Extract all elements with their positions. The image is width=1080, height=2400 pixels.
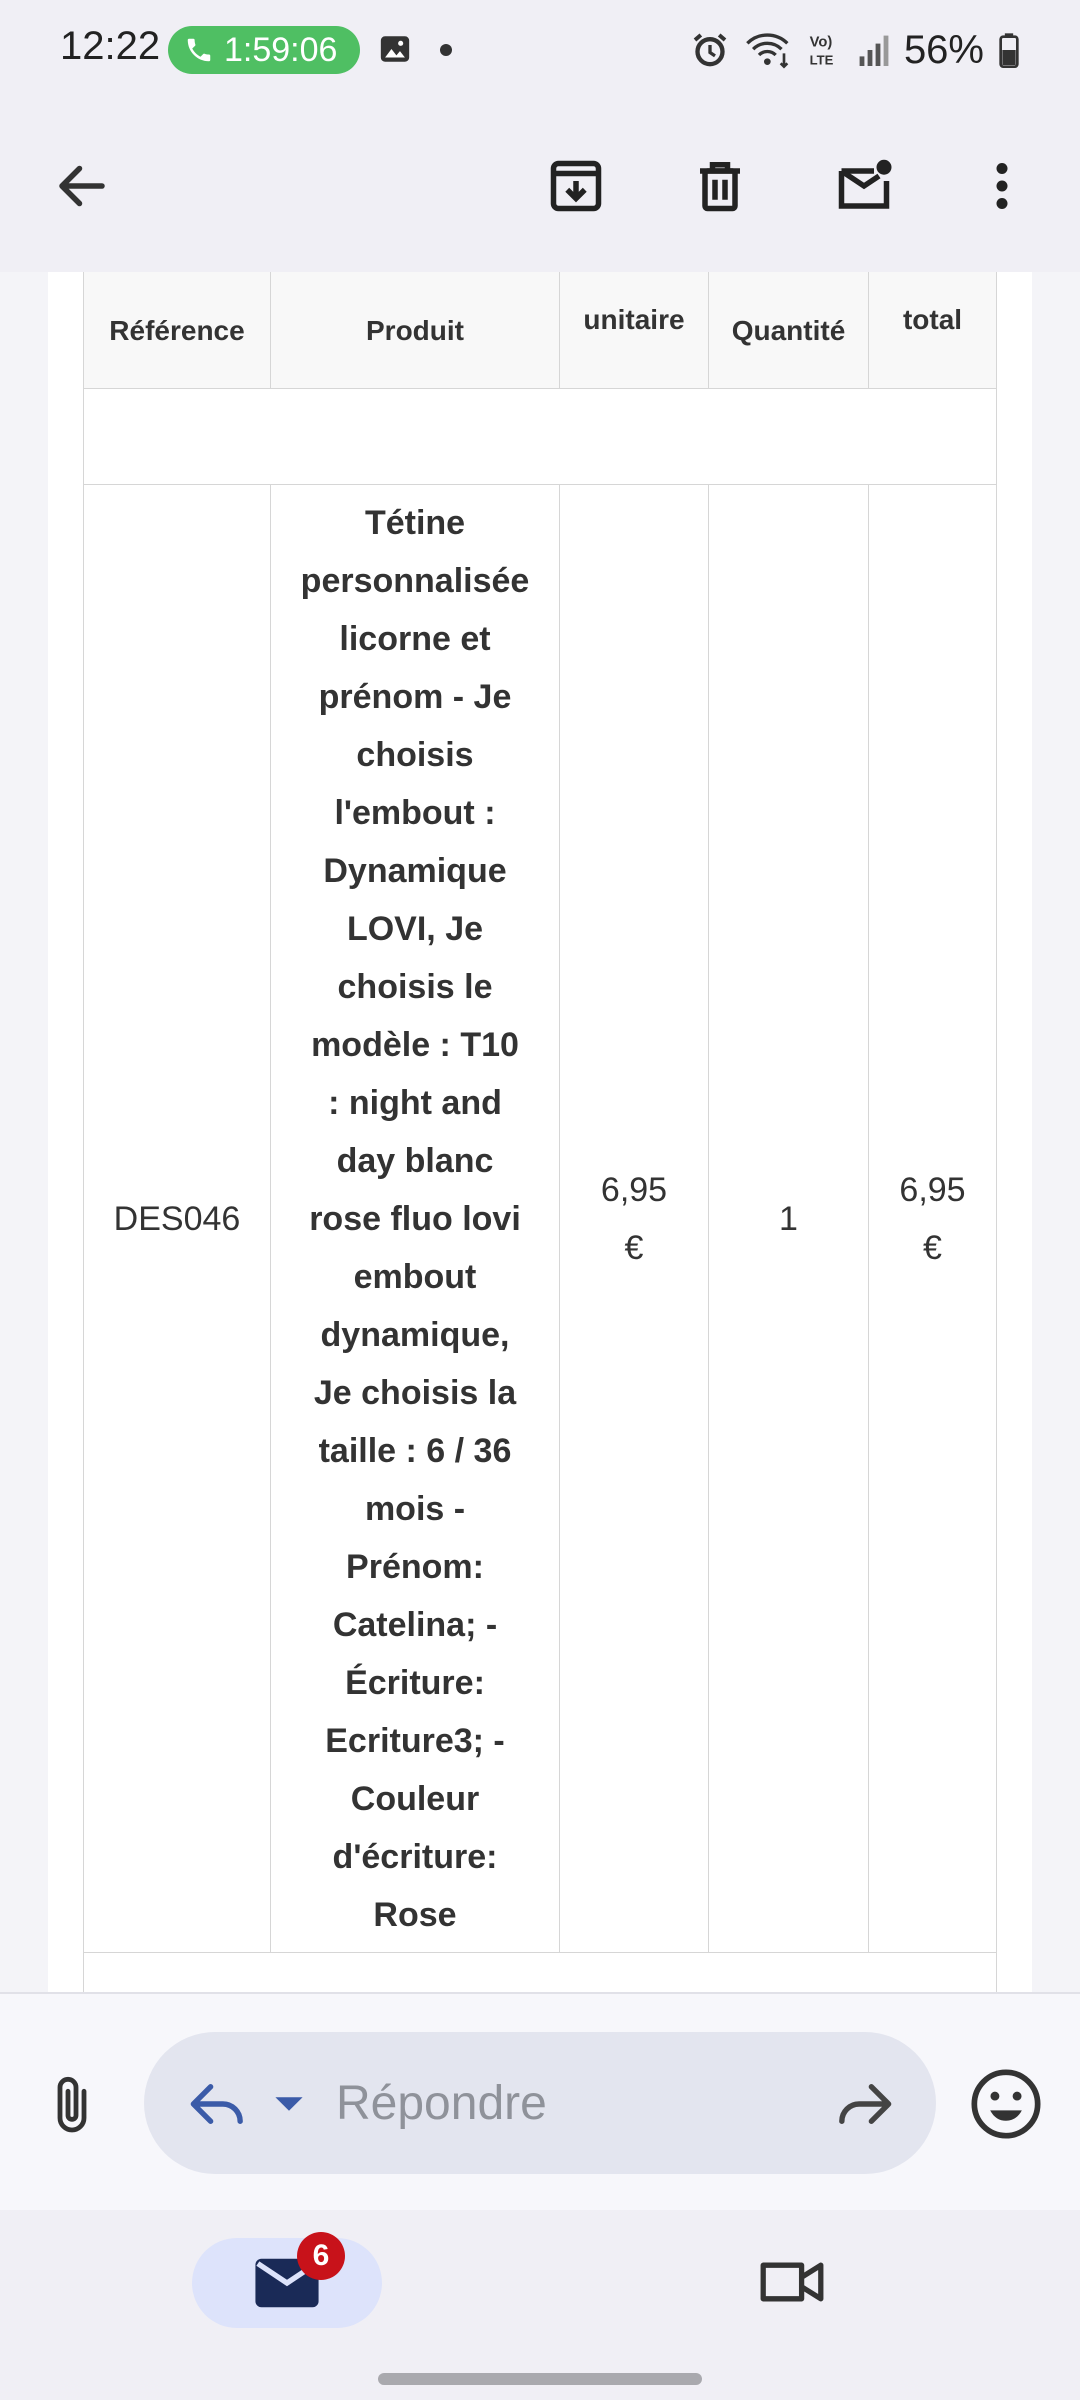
product-line: licorne et: [339, 619, 491, 658]
attachment-icon[interactable]: [40, 2074, 104, 2138]
header-quantity: Quantité: [708, 272, 869, 389]
product-line: taille : 6 / 36: [318, 1431, 512, 1470]
notification-dot: [440, 44, 452, 56]
header-total-price: Prix total: [868, 272, 997, 389]
phone-icon: [187, 38, 211, 62]
more-vert-icon: [996, 163, 1008, 209]
product-line: Tétine: [364, 503, 466, 542]
table-header-row: Référence Produit Prix unitaire Quantité…: [83, 272, 997, 389]
order-table: Référence Produit Prix unitaire Quantité…: [83, 272, 997, 1992]
product-line: modèle : T10: [311, 1025, 519, 1064]
volte-icon: Vo) LTE: [810, 35, 834, 68]
reply-input[interactable]: Répondre: [144, 2032, 936, 2174]
archive-button[interactable]: [528, 138, 624, 234]
product-line: choisis: [356, 735, 474, 774]
screen: 12:22 1:59:06 Vo) LTE 56% Référence Prod…: [0, 0, 1080, 2400]
product-line: LOVI, Je: [346, 909, 484, 948]
product-line: Dynamique: [323, 851, 507, 890]
bottom-navigation: 6: [0, 2210, 1080, 2400]
product-line: Écriture:: [345, 1663, 485, 1702]
battery-icon: [999, 33, 1019, 68]
mark-unread-button[interactable]: [816, 138, 912, 234]
product-line: day blanc: [336, 1141, 494, 1180]
product-line: rose fluo lovi: [309, 1199, 521, 1238]
header-product: Produit: [270, 272, 560, 389]
call-duration: 1:59:06: [224, 30, 338, 69]
cell-unit-price: 6,95 €: [559, 484, 709, 1953]
image-icon: [380, 36, 410, 62]
product-line: : night and: [328, 1083, 502, 1122]
ongoing-call-chip[interactable]: 1:59:06: [168, 26, 360, 74]
header-unit-price: Prix unitaire: [559, 272, 709, 389]
more-options-button[interactable]: [954, 138, 1050, 234]
forward-icon[interactable]: [832, 2074, 896, 2134]
cell-product: Tétine personnalisée licorne et prénom - Je…: [270, 484, 560, 1953]
delete-icon: [700, 162, 740, 212]
product-description: Tétine personnalisée licorne et prénom - Je…: [289, 494, 541, 1944]
nav-mail-tab[interactable]: 6: [192, 2232, 382, 2328]
archive-icon: [550, 160, 602, 212]
home-indicator[interactable]: [378, 2373, 702, 2385]
top-app-bar: [0, 100, 1080, 272]
signal-icon: [859, 35, 889, 66]
reply-placeholder: Répondre: [336, 2077, 547, 2130]
battery-level: 56%: [903, 27, 984, 72]
product-line: mois -: [364, 1489, 466, 1528]
delete-button[interactable]: [672, 138, 768, 234]
cell-reference: DES046: [83, 484, 271, 1953]
product-line: dynamique,: [320, 1315, 510, 1354]
video-camera-icon[interactable]: [756, 2252, 828, 2312]
unread-count-badge: 6: [297, 2232, 345, 2280]
product-line: embout: [353, 1257, 477, 1296]
table-row-next: [83, 1952, 997, 1992]
status-right-icons: Vo) LTE 56%: [690, 22, 1020, 78]
emoji-icon[interactable]: [968, 2066, 1044, 2142]
product-line: Ecriture3; -: [325, 1721, 505, 1760]
product-line: choisis le: [337, 967, 493, 1006]
reply-bar: Répondre: [0, 1992, 1080, 2210]
table-row-spacer: [83, 388, 997, 485]
table-row: DES046 Tétine personnalisée licorne et prén…: [83, 484, 997, 1953]
product-line: personnalisée: [300, 561, 530, 600]
product-line: prénom - Je: [318, 677, 512, 716]
header-reference: Référence: [83, 272, 271, 389]
arrow-back-icon: [59, 165, 105, 207]
wifi-call-icon: [746, 33, 789, 69]
product-line: d'écriture:: [332, 1837, 498, 1876]
product-line: l'embout :: [334, 793, 496, 832]
email-card: Référence Produit Prix unitaire Quantité…: [48, 272, 1032, 1992]
product-line: Catelina; -: [332, 1605, 498, 1644]
back-button[interactable]: [34, 138, 130, 234]
svg-text:Vo): Vo): [810, 35, 833, 51]
product-line: Je choisis la: [313, 1373, 517, 1412]
product-line: Prénom:: [346, 1547, 484, 1586]
cell-quantity: 1: [708, 484, 869, 1953]
status-time: 12:22: [60, 24, 161, 68]
cell-total-price: 6,95 €: [868, 484, 997, 1953]
svg-text:LTE: LTE: [810, 53, 834, 68]
mark-unread-icon: [838, 159, 892, 209]
reply-icon[interactable]: [186, 2074, 250, 2134]
product-line: Rose: [373, 1895, 457, 1934]
alarm-icon: [693, 33, 727, 67]
product-line: Couleur: [350, 1779, 480, 1818]
status-bar: 12:22 1:59:06 Vo) LTE 56%: [0, 0, 1080, 100]
email-body[interactable]: Référence Produit Prix unitaire Quantité…: [0, 272, 1080, 1992]
chevron-down-icon[interactable]: [272, 2092, 306, 2116]
